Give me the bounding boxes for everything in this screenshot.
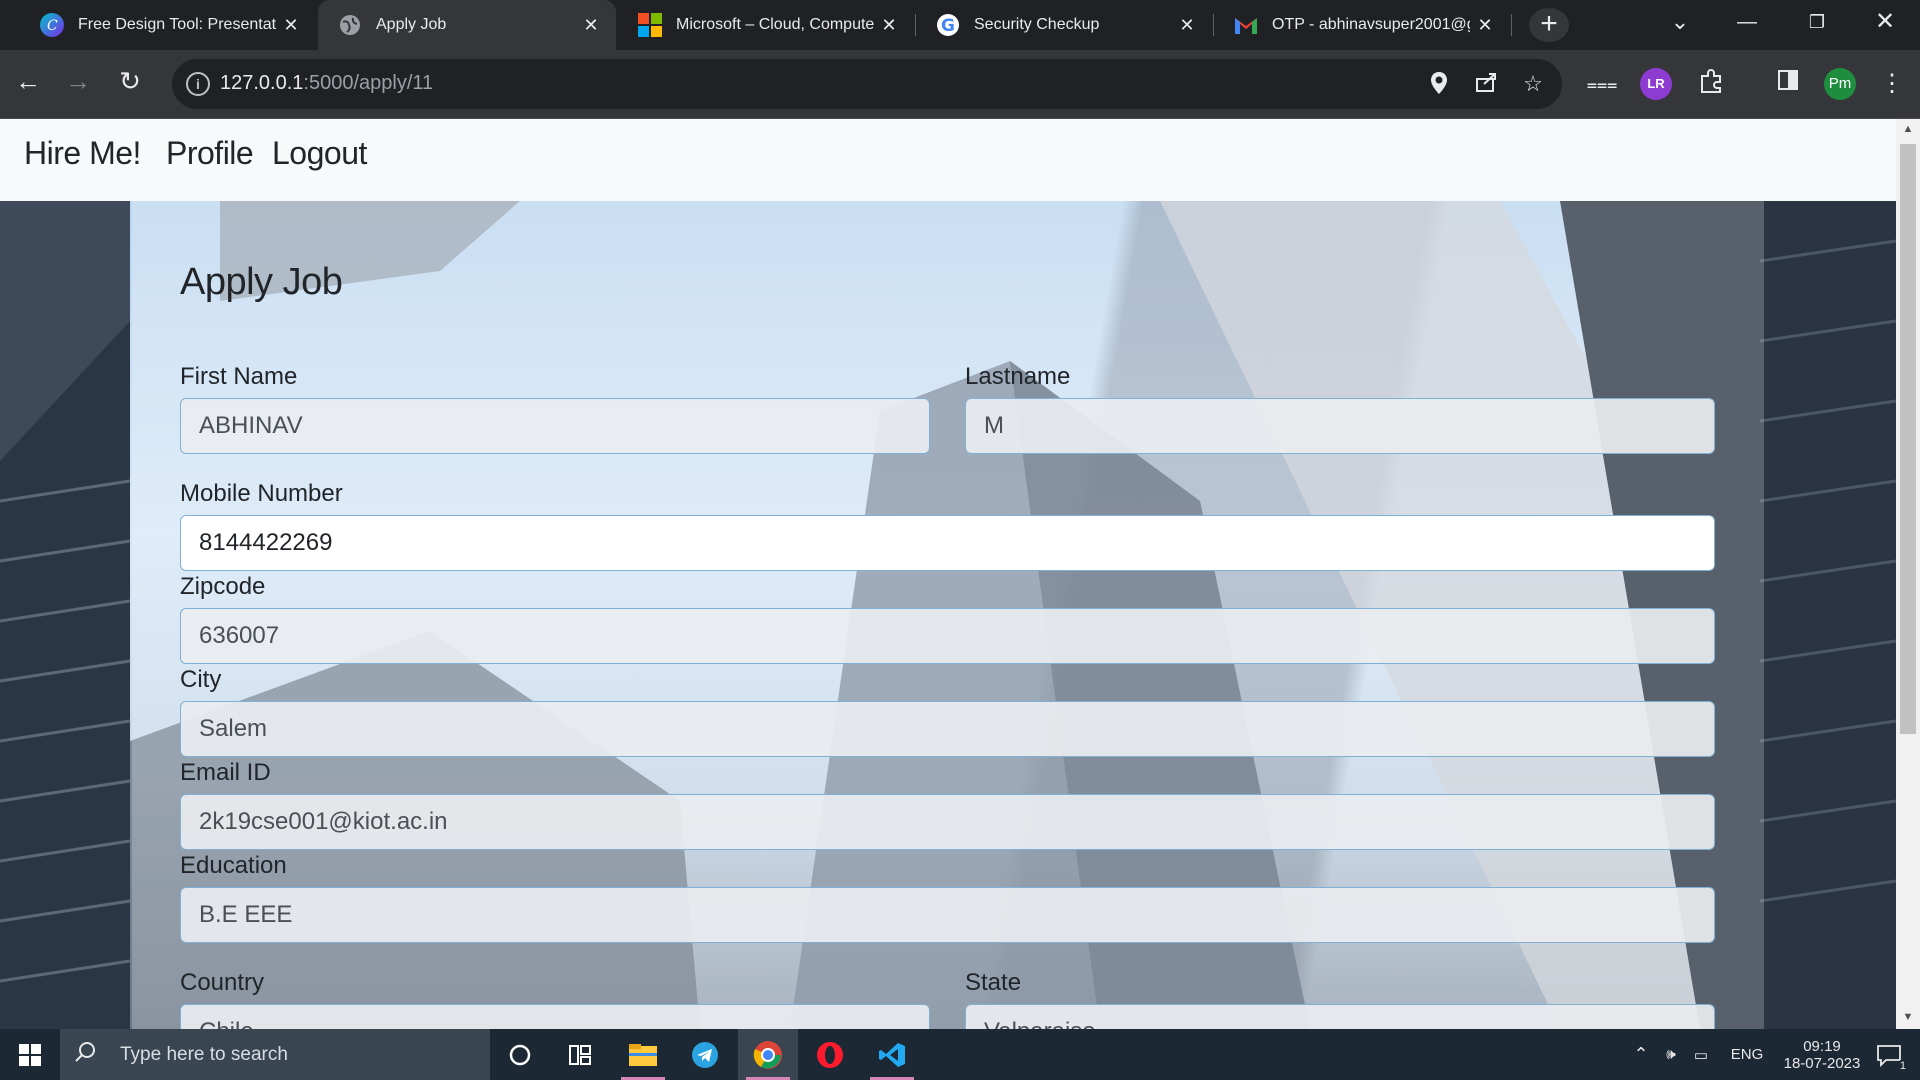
close-tab-icon[interactable]: ✕ bbox=[1172, 15, 1202, 36]
opera-icon[interactable] bbox=[800, 1029, 860, 1080]
new-tab-button[interactable]: + bbox=[1529, 8, 1569, 42]
reload-icon[interactable]: ↻ bbox=[112, 63, 148, 99]
notifications-icon[interactable]: 1 bbox=[1866, 1029, 1912, 1080]
tab-separator bbox=[1511, 14, 1512, 36]
restore-button[interactable]: ❐ bbox=[1782, 0, 1852, 44]
search-icon bbox=[74, 1041, 104, 1069]
share-icon[interactable] bbox=[1474, 71, 1500, 97]
svg-text:G: G bbox=[941, 16, 955, 36]
extension-lr-icon[interactable]: LR bbox=[1640, 68, 1672, 100]
site-info-icon[interactable]: i bbox=[186, 72, 210, 96]
profile-avatar[interactable]: Pm bbox=[1824, 68, 1856, 100]
tab-apply-job[interactable]: Apply Job ✕ bbox=[318, 0, 616, 50]
canva-icon: C bbox=[40, 13, 64, 37]
extension-bars-icon[interactable]: ⩶ bbox=[1586, 68, 1618, 100]
city-field[interactable]: Salem bbox=[180, 701, 1715, 757]
volume-icon[interactable]: 🕪 bbox=[1656, 1029, 1686, 1080]
state-field[interactable]: Valparaiso bbox=[965, 1004, 1715, 1029]
svg-text:C: C bbox=[47, 18, 58, 34]
profile-link[interactable]: Profile bbox=[166, 135, 254, 172]
scroll-down-arrow-icon[interactable]: ▼ bbox=[1901, 1011, 1915, 1023]
address-bar[interactable]: i 127.0.0.1:5000/apply/11 ☆ bbox=[172, 59, 1562, 109]
notification-count: 1 bbox=[1899, 1060, 1906, 1072]
search-placeholder: Type here to search bbox=[120, 1043, 288, 1065]
location-pin-icon[interactable] bbox=[1426, 71, 1452, 97]
file-explorer-icon[interactable] bbox=[613, 1029, 673, 1080]
windows-start-button[interactable] bbox=[0, 1029, 60, 1080]
url-text[interactable]: 127.0.0.1:5000/apply/11 bbox=[220, 72, 433, 95]
close-tab-icon[interactable]: ✕ bbox=[576, 15, 606, 36]
task-view-icon[interactable] bbox=[550, 1029, 610, 1080]
tab-title: Microsoft – Cloud, Computer bbox=[676, 16, 874, 33]
brand-link[interactable]: Hire Me! bbox=[24, 135, 141, 172]
mobile-number-field[interactable]: 8144422269 bbox=[180, 515, 1715, 571]
globe-icon bbox=[338, 13, 362, 37]
vscode-icon[interactable] bbox=[862, 1029, 922, 1080]
forward-arrow-icon[interactable]: → bbox=[60, 63, 96, 99]
taskbar-search-box[interactable]: Type here to search bbox=[60, 1029, 490, 1080]
url-path: :5000/apply/11 bbox=[303, 72, 434, 94]
microsoft-icon bbox=[638, 13, 662, 37]
bookmark-star-icon[interactable]: ☆ bbox=[1520, 71, 1546, 97]
education-field[interactable]: B.E EEE bbox=[180, 887, 1715, 943]
input-language-indicator[interactable]: ENG bbox=[1722, 1029, 1772, 1080]
email-label: Email ID bbox=[180, 759, 271, 786]
zipcode-label: Zipcode bbox=[180, 573, 266, 600]
tab-security-checkup[interactable]: G Security Checkup ✕ bbox=[916, 0, 1212, 50]
minimize-button[interactable]: — bbox=[1712, 0, 1782, 44]
clock-time: 09:19 bbox=[1803, 1037, 1841, 1055]
scroll-up-arrow-icon[interactable]: ▲ bbox=[1901, 123, 1915, 135]
country-field[interactable]: Chile bbox=[180, 1004, 930, 1029]
scrollbar-thumb[interactable] bbox=[1900, 144, 1916, 734]
page-title: Apply Job bbox=[180, 261, 343, 303]
cortana-icon[interactable] bbox=[490, 1029, 550, 1080]
side-panel-icon[interactable] bbox=[1772, 68, 1804, 100]
tab-title: Free Design Tool: Presentatio bbox=[78, 16, 276, 33]
close-tab-icon[interactable]: ✕ bbox=[874, 15, 904, 36]
google-icon: G bbox=[936, 13, 960, 37]
network-icon[interactable]: ▭ bbox=[1686, 1029, 1716, 1080]
browser-toolbar: ← → ↻ i 127.0.0.1:5000/apply/11 ☆ ⩶ LR P… bbox=[0, 50, 1920, 119]
clock[interactable]: 09:19 18-07-2023 bbox=[1772, 1029, 1872, 1080]
tab-title: OTP - abhinavsuper2001@gr bbox=[1272, 16, 1470, 33]
tab-search-chevron-icon[interactable]: ⌄ bbox=[1645, 0, 1715, 44]
page-scrollbar[interactable]: ▲ ▼ bbox=[1896, 119, 1920, 1029]
extensions-puzzle-icon[interactable] bbox=[1695, 68, 1727, 100]
city-label: City bbox=[180, 666, 222, 693]
tab-title: Apply Job bbox=[376, 16, 447, 33]
last-name-label: Lastname bbox=[965, 363, 1071, 390]
page-viewport: Hire Me! Profile Logout Apply Job First … bbox=[0, 119, 1920, 1029]
gmail-icon bbox=[1234, 13, 1258, 37]
tab-microsoft[interactable]: Microsoft – Cloud, Computer ✕ bbox=[618, 0, 914, 50]
windows-logo-icon bbox=[19, 1043, 41, 1066]
state-label: State bbox=[965, 969, 1022, 996]
last-name-field[interactable]: M bbox=[965, 398, 1715, 454]
education-label: Education bbox=[180, 852, 287, 879]
close-window-button[interactable]: ✕ bbox=[1850, 0, 1920, 44]
site-navbar: Hire Me! Profile Logout bbox=[0, 119, 1896, 201]
email-field[interactable]: 2k19cse001@kiot.ac.in bbox=[180, 794, 1715, 850]
clock-date: 18-07-2023 bbox=[1783, 1054, 1861, 1072]
first-name-label: First Name bbox=[180, 363, 298, 390]
tab-title: Security Checkup bbox=[974, 16, 1100, 33]
zipcode-field[interactable]: 636007 bbox=[180, 608, 1715, 664]
url-host: 127.0.0.1 bbox=[220, 72, 304, 94]
back-arrow-icon[interactable]: ← bbox=[10, 63, 46, 99]
close-tab-icon[interactable]: ✕ bbox=[1470, 15, 1500, 36]
chrome-taskbar-icon[interactable] bbox=[738, 1029, 798, 1080]
close-tab-icon[interactable]: ✕ bbox=[276, 15, 306, 36]
logout-link[interactable]: Logout bbox=[272, 135, 367, 172]
first-name-field[interactable]: ABHINAV bbox=[180, 398, 930, 454]
tab-canva[interactable]: C Free Design Tool: Presentatio ✕ bbox=[20, 0, 316, 50]
apply-form-container: Apply Job First Name ABHINAV Lastname M … bbox=[132, 201, 1764, 1029]
country-label: Country bbox=[180, 969, 265, 996]
telegram-icon[interactable] bbox=[675, 1029, 735, 1080]
kebab-menu-icon[interactable]: ⋮ bbox=[1876, 68, 1908, 100]
windows-taskbar: Type here to search ⌃ 🕪 ▭ ENG 09:19 18-0… bbox=[0, 1029, 1920, 1080]
show-hidden-icons-chevron-icon[interactable]: ⌃ bbox=[1626, 1029, 1656, 1080]
browser-tab-strip: C Free Design Tool: Presentatio ✕ Apply … bbox=[0, 0, 1920, 50]
mobile-number-label: Mobile Number bbox=[180, 480, 343, 507]
tab-gmail[interactable]: OTP - abhinavsuper2001@gr ✕ bbox=[1214, 0, 1510, 50]
